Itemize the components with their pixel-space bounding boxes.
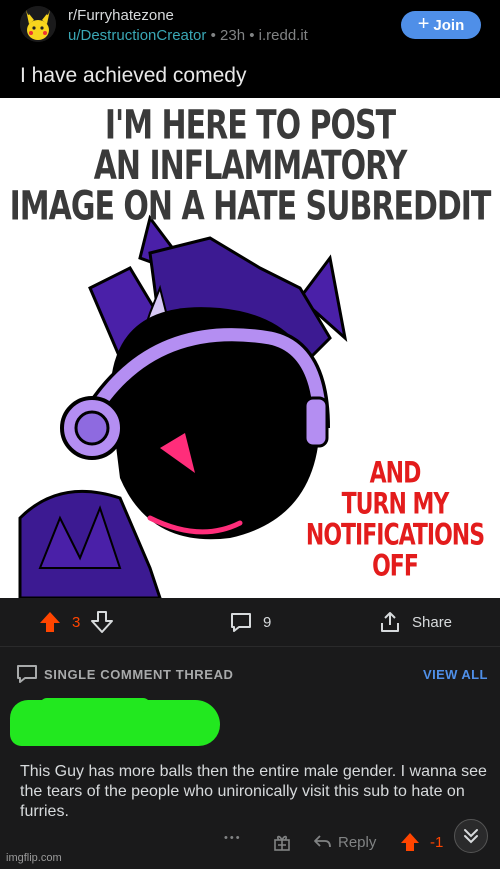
reply-arrow-icon — [314, 835, 331, 848]
gift-icon — [274, 835, 290, 851]
subreddit-name[interactable]: r/Furryhatezone — [68, 7, 174, 24]
reply-button[interactable]: Reply — [312, 832, 376, 852]
comment-bubble-icon — [231, 613, 251, 632]
meme-top-line: I'M HERE TO POST — [104, 101, 396, 150]
post-image[interactable]: I'M HERE TO POST AN INFLAMMATORY IMAGE O… — [0, 98, 500, 598]
post-domain[interactable]: i.redd.it — [259, 27, 308, 44]
view-all-link[interactable]: VIEW ALL — [423, 667, 488, 682]
meme-top-text: I'M HERE TO POST AN INFLAMMATORY IMAGE O… — [0, 101, 500, 231]
meta-separator: • — [249, 27, 255, 44]
single-comment-thread-bar: SINGLE COMMENT THREAD VIEW ALL — [0, 646, 500, 698]
meme-bottom-line: TURN MY — [341, 487, 450, 522]
meme-bottom-line: AND — [369, 456, 422, 491]
join-button[interactable]: + Join — [401, 11, 481, 39]
share-icon — [381, 612, 399, 632]
more-options-button[interactable]: ••• — [224, 832, 242, 844]
collapse-button[interactable] — [454, 819, 488, 853]
share-label: Share — [412, 613, 453, 631]
reply-label: Reply — [338, 833, 377, 851]
award-button[interactable] — [272, 832, 292, 852]
downvote-arrow-icon[interactable] — [90, 610, 114, 634]
post-action-bar: 3 9 Share — [0, 598, 500, 646]
redaction-scribble — [40, 698, 150, 712]
post-header: r/Furryhatezone u/DestructionCreator • 2… — [0, 0, 500, 98]
post-author[interactable]: u/DestructionCreator — [68, 27, 206, 44]
subreddit-avatar[interactable] — [20, 6, 56, 42]
upvote-arrow-icon[interactable] — [38, 610, 62, 634]
plus-icon: + — [417, 13, 430, 35]
comment-actions: ••• Reply -1 — [0, 832, 500, 856]
pikachu-avatar-icon — [20, 6, 56, 42]
upvote-count: 3 — [72, 613, 81, 631]
post-title[interactable]: I have achieved comedy — [20, 64, 246, 88]
meme-top-line: AN INFLAMMATORY — [93, 142, 408, 190]
thread-label: SINGLE COMMENT THREAD — [44, 667, 234, 682]
vote-group: 3 — [38, 610, 114, 634]
share-button[interactable]: Share — [378, 610, 452, 634]
meme-top-line: IMAGE ON A HATE SUBREDDIT — [9, 182, 492, 231]
double-chevron-down-icon — [464, 829, 478, 844]
comment-body: This Guy has more balls then the entire … — [20, 763, 487, 820]
comment-count: 9 — [263, 613, 272, 631]
meme-bottom-text: AND TURN MY NOTIFICATIONS OFF — [290, 458, 500, 582]
comment-score: -1 — [430, 833, 444, 851]
comment: This Guy has more balls then the entire … — [0, 698, 500, 869]
comments-button[interactable]: 9 — [229, 610, 271, 634]
post-meta: u/DestructionCreator • 23h • i.redd.it — [68, 27, 308, 44]
post-age: 23h — [220, 27, 246, 44]
comment-thread-icon — [17, 665, 37, 683]
meme-bottom-line: NOTIFICATIONS — [305, 518, 485, 553]
imgflip-watermark: imgflip.com — [6, 852, 62, 864]
comment-vote-group: -1 — [400, 832, 443, 852]
comment-upvote-arrow-icon[interactable] — [400, 832, 420, 852]
meta-separator: • — [210, 27, 216, 44]
join-label: Join — [433, 16, 465, 34]
meme-bottom-line: OFF — [372, 549, 419, 584]
